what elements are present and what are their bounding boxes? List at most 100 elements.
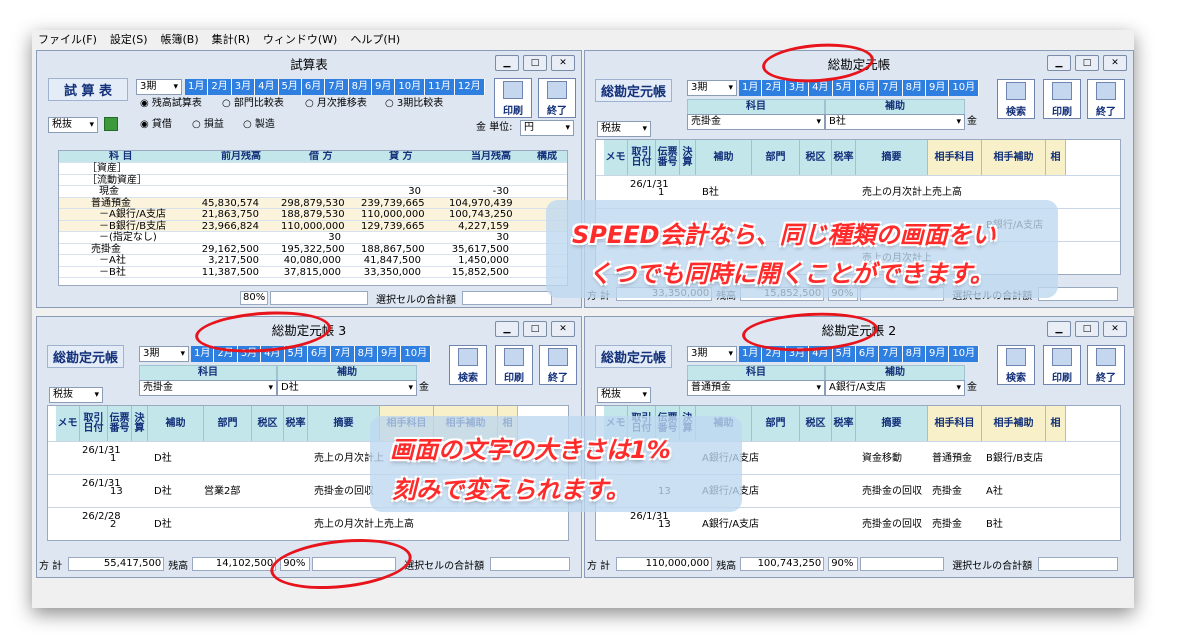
radio-3ki[interactable]: ○ 3期比較表 [385,97,443,111]
tax-select[interactable]: 税抜 [48,117,98,133]
tab-month-10[interactable]: 10月 [401,346,432,362]
close-icon[interactable]: ✕ [551,321,575,337]
menu-books[interactable]: 帳簿(B) [161,31,199,47]
search-button[interactable]: 検索 [997,79,1035,119]
tab-month-8[interactable]: 8月 [902,346,926,362]
print-button[interactable]: 印刷 [494,78,532,118]
account-select[interactable]: 売掛金 [687,114,825,130]
table-row[interactable]: 売掛金 29,162,500 195,322,500 188,867,500 35,61… [59,244,567,255]
table-row[interactable]: －B銀行/B支店 23,966,824 110,000,000 129,739,665… [59,220,567,232]
account-select[interactable]: 普通預金 [687,380,825,396]
radio-seizo[interactable]: ○ 製造 [243,118,275,132]
tab-month-8[interactable]: 8月 [902,80,926,96]
tab-month-7[interactable]: 7月 [879,80,903,96]
print-button[interactable]: 印刷 [495,345,533,385]
table-row[interactable]: －(指定なし) 30 30 [59,232,567,244]
menu-file[interactable]: ファイル(F) [38,31,97,47]
exit-button[interactable]: 終了 [538,78,576,118]
tab-month-6[interactable]: 6月 [855,346,880,362]
menu-window[interactable]: ウィンドウ(W) [263,31,337,47]
table-row[interactable]: 26/2/28 2 D社 売上の月次計上 売上高 [48,508,568,540]
tab-month-11[interactable]: 11月 [425,79,455,95]
search-button[interactable]: 検索 [997,345,1035,385]
table-row[interactable]: ［資産］ [59,163,567,175]
table-row[interactable]: 26/1/31 13 A銀行/A支店 売掛金の回収 売掛金 B社 [596,508,1120,540]
tab-month-9[interactable]: 9月 [926,346,950,362]
maximize-icon[interactable]: □ [523,55,547,71]
close-icon[interactable]: ✕ [551,55,575,71]
radio-taishaku[interactable]: ◉ 貸借 [140,118,172,132]
tax-select[interactable]: 税抜 [597,121,651,137]
tab-month-1[interactable]: 1月 [739,346,763,362]
exit-button[interactable]: 終了 [1087,345,1125,385]
zoom-slider[interactable] [860,557,945,571]
tab-month-6[interactable]: 6月 [307,346,332,362]
tab-month-6[interactable]: 6月 [855,80,880,96]
tab-month-8[interactable]: 8月 [348,79,372,95]
month-tabs[interactable]: 1月 2月 3月 4月 5月 6月 7月 8月 9月 10月 [739,80,980,96]
table-row[interactable]: －B社 11,387,500 37,815,000 33,350,000 15,852,… [59,267,567,278]
tab-month-12[interactable]: 12月 [454,79,485,95]
period-select[interactable]: 3期 [139,346,189,362]
tab-month-9[interactable]: 9月 [378,346,402,362]
tab-month-2[interactable]: 2月 [208,79,232,95]
radio-getsuji[interactable]: ○ 月次推移表 [305,97,367,111]
tab-month-7[interactable]: 7月 [879,346,903,362]
sub-account-select[interactable]: D社 [277,380,417,396]
maximize-icon[interactable]: □ [1075,321,1099,337]
tab-month-10[interactable]: 10月 [949,346,980,362]
tab-month-9[interactable]: 9月 [926,80,950,96]
minimize-icon[interactable]: ▁ [495,321,519,337]
month-tabs[interactable]: 1月 2月 3月 4月 5月 6月 7月 8月 9月 10月 11月 12月 [185,79,485,95]
maximize-icon[interactable]: □ [523,321,547,337]
radio-bumon[interactable]: ○ 部門比較表 [222,97,284,111]
maximize-icon[interactable]: □ [1075,55,1099,71]
radio-zandaka[interactable]: ◉ 残高試算表 [140,97,202,111]
period-select[interactable]: 3期 [687,346,737,362]
minimize-icon[interactable]: ▁ [1047,55,1071,71]
table-row[interactable]: ［流動資産］ [59,175,567,186]
menu-totals[interactable]: 集計(R) [212,31,250,47]
tab-month-8[interactable]: 8月 [354,346,378,362]
zoom-slider[interactable] [270,291,368,305]
minimize-icon[interactable]: ▁ [1047,321,1071,337]
tax-select[interactable]: 税抜 [49,387,103,403]
close-icon[interactable]: ✕ [1103,321,1127,337]
period-select[interactable]: 3期 [687,80,737,96]
tab-month-7[interactable]: 7月 [331,346,355,362]
close-icon[interactable]: ✕ [1103,55,1127,71]
sub-account-select[interactable]: A銀行/A支店 [825,380,965,396]
table-row[interactable]: －A銀行/A支店 21,863,750 188,879,530 110,000,000… [59,209,567,221]
tab-month-6[interactable]: 6月 [301,79,326,95]
tab-month-7[interactable]: 7月 [325,79,349,95]
radio-soneki[interactable]: ○ 損益 [192,118,224,132]
tab-month-2[interactable]: 2月 [762,80,786,96]
menu-settings[interactable]: 設定(S) [110,31,148,47]
table-row[interactable]: －A社 3,217,500 40,080,000 41,847,500 1,450,00… [59,255,567,267]
print-button[interactable]: 印刷 [1043,345,1081,385]
unit-select[interactable]: 円 [520,120,574,136]
table-row[interactable]: 普通預金 45,830,574 298,879,530 239,739,665 104,… [59,197,567,209]
tab-month-5[interactable]: 5月 [832,346,856,362]
tab-month-4[interactable]: 4月 [809,80,833,96]
tab-month-4[interactable]: 4月 [255,79,279,95]
print-button[interactable]: 印刷 [1043,79,1081,119]
menu-help[interactable]: ヘルプ(H) [350,31,400,47]
tab-month-1[interactable]: 1月 [185,79,209,95]
tab-month-1[interactable]: 1月 [739,80,763,96]
exit-button[interactable]: 終了 [1087,79,1125,119]
period-select[interactable]: 3期 [136,79,182,95]
tab-month-10[interactable]: 10月 [395,79,426,95]
tab-month-5[interactable]: 5月 [832,80,856,96]
excel-icon[interactable] [104,117,118,131]
tab-month-10[interactable]: 10月 [949,80,980,96]
minimize-icon[interactable]: ▁ [495,55,519,71]
tax-select[interactable]: 税抜 [597,387,651,403]
table-row[interactable]: 現金 30 -30 [59,186,567,198]
account-select[interactable]: 売掛金 [139,380,277,396]
tab-month-5[interactable]: 5月 [278,79,302,95]
exit-button[interactable]: 終了 [539,345,577,385]
tab-month-3[interactable]: 3月 [231,79,256,95]
tab-month-9[interactable]: 9月 [372,79,396,95]
search-button[interactable]: 検索 [449,345,487,385]
